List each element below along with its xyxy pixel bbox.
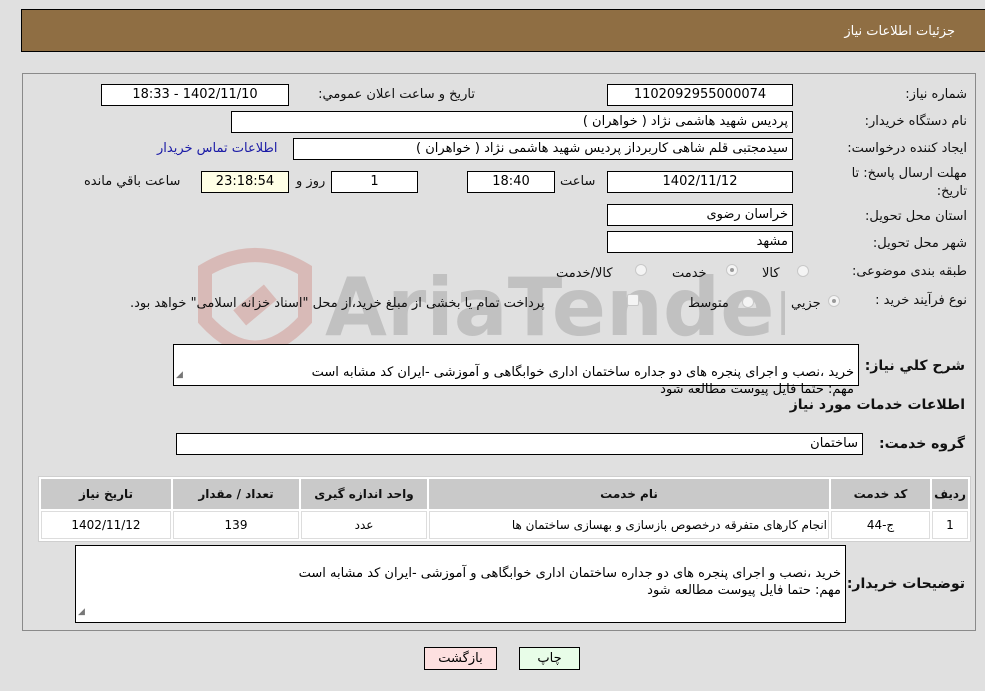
requester-label: ایجاد کننده درخواست:: [847, 141, 967, 156]
service-group-label: گروه خدمت:: [879, 436, 965, 452]
resize-grip-icon[interactable]: ◢: [176, 367, 183, 384]
category-option-goods-service: کالا/خدمت: [556, 266, 613, 281]
buyer-contact-link[interactable]: اطلاعات تماس خریدار: [157, 141, 277, 156]
category-option-service: خدمت: [672, 266, 707, 281]
process-label: نوع فرآیند خرید :: [875, 293, 967, 308]
treasury-note: پرداخت تمام یا بخشی از مبلغ خرید،از محل …: [130, 296, 545, 311]
cell-service-name: انجام کارهای متفرقه درخصوص بازسازی و بهس…: [429, 511, 829, 539]
cell-unit: عدد: [301, 511, 427, 539]
category-radio-service[interactable]: [726, 264, 738, 276]
days-label: روز و: [296, 174, 326, 189]
need-number-label: شماره نیاز:: [905, 87, 967, 102]
category-option-goods: کالا: [762, 266, 780, 281]
city-label: شهر محل تحویل:: [872, 236, 967, 251]
deadline-label: مهلت ارسال پاسخ: تا: [851, 166, 967, 181]
announce-field: 1402/11/10 - 18:33: [101, 84, 289, 106]
page-header: جزئیات اطلاعات نیاز: [21, 9, 985, 52]
page-title: جزئیات اطلاعات نیاز: [844, 24, 955, 39]
print-button[interactable]: چاپ: [519, 647, 580, 670]
col-service-name: نام خدمت: [429, 479, 829, 509]
services-table: ردیف کد خدمت نام خدمت واحد اندازه گیری ت…: [38, 476, 971, 542]
col-quantity: تعداد / مقدار: [173, 479, 299, 509]
buyer-org-field: پردیس شهید هاشمی نژاد ( خواهران ): [231, 111, 793, 133]
col-service-code: کد خدمت: [831, 479, 930, 509]
buyer-notes-textarea[interactable]: خرید ،نصب و اجرای پنجره های دو جداره ساخ…: [75, 545, 846, 623]
days-remaining-field: 1: [331, 171, 418, 193]
process-option-medium: متوسط: [688, 296, 729, 311]
deadline-label-2: تاریخ:: [936, 184, 967, 199]
treasury-checkbox[interactable]: [627, 294, 639, 306]
cell-row-number: 1: [932, 511, 968, 539]
deadline-time-label: ساعت: [560, 174, 596, 189]
table-row: 1 ج-44 انجام کارهای متفرقه درخصوص بازساز…: [41, 511, 968, 539]
process-radio-medium[interactable]: [742, 296, 754, 308]
cell-need-date: 1402/11/12: [41, 511, 171, 539]
buyer-notes-text: خرید ،نصب و اجرای پنجره های دو جداره ساخ…: [298, 566, 841, 598]
table-header-row: ردیف کد خدمت نام خدمت واحد اندازه گیری ت…: [41, 479, 968, 509]
description-label: شرح کلي نیاز:: [864, 358, 965, 374]
requester-field: سیدمجتبی قلم شاهی کاربرداز پردیس شهید ها…: [293, 138, 793, 160]
announce-label: تاریخ و ساعت اعلان عمومي:: [318, 87, 475, 102]
service-group-field: ساختمان: [176, 433, 863, 455]
buyer-notes-label: توضیحات خریدار:: [846, 576, 965, 592]
process-radio-minor[interactable]: [828, 295, 840, 307]
description-textarea[interactable]: خرید ،نصب و اجرای پنجره های دو جداره ساخ…: [173, 344, 859, 397]
category-label: طبقه بندی موضوعی:: [851, 264, 967, 279]
province-label: استان محل تحویل:: [865, 209, 967, 224]
deadline-time-field: 18:40: [467, 171, 555, 193]
need-number-field: 1102092955000074: [607, 84, 793, 106]
deadline-date-field: 1402/11/12: [607, 171, 793, 193]
col-row-number: ردیف: [932, 479, 968, 509]
buyer-org-label: نام دستگاه خریدار:: [864, 114, 967, 129]
city-field: مشهد: [607, 231, 793, 253]
cell-service-code: ج-44: [831, 511, 930, 539]
category-radio-goods-service[interactable]: [635, 264, 647, 276]
category-radio-goods[interactable]: [797, 265, 809, 277]
province-field: خراسان رضوی: [607, 204, 793, 226]
cell-quantity: 139: [173, 511, 299, 539]
time-remaining-field: 23:18:54: [201, 171, 289, 193]
process-option-minor: جزيي: [791, 296, 821, 311]
time-remaining-label: ساعت باقي مانده: [84, 174, 181, 189]
resize-grip-icon[interactable]: ◢: [78, 604, 85, 621]
services-section-title: اطلاعات خدمات مورد نیاز: [789, 397, 965, 413]
col-need-date: تاریخ نیاز: [41, 479, 171, 509]
back-button[interactable]: بازگشت: [424, 647, 497, 670]
col-unit: واحد اندازه گیری: [301, 479, 427, 509]
